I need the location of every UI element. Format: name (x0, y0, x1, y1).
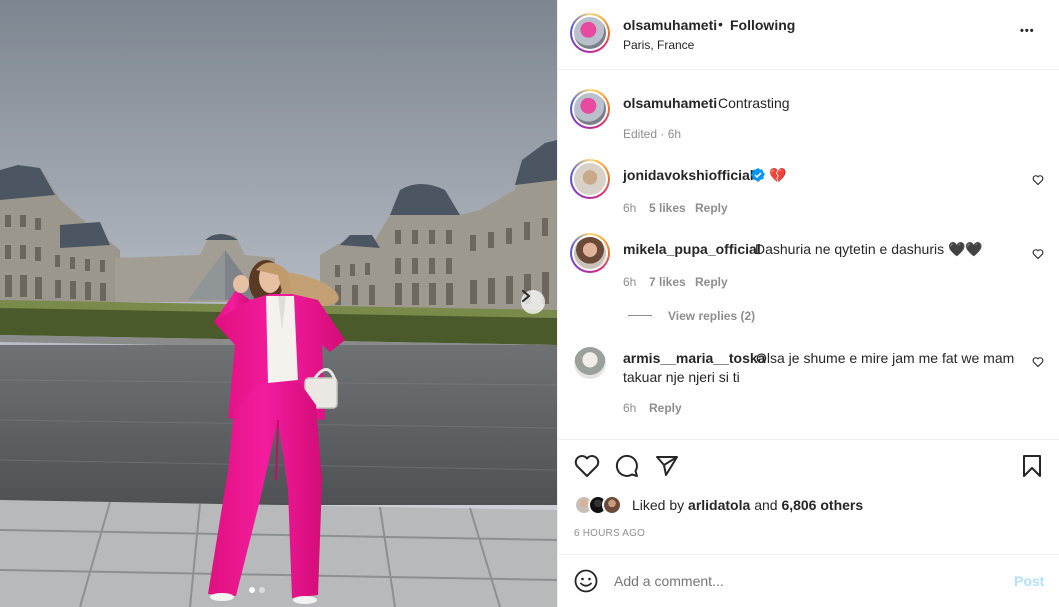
add-comment-bar: Post (558, 555, 1059, 606)
comment-text-line2: takuar nje njeri si ti (623, 369, 740, 385)
comments-list: olsamuhameti Contrasting Edited · 6h jon… (558, 70, 1059, 440)
reply-button[interactable]: Reply (695, 275, 728, 289)
view-replies-button[interactable]: View replies (2) (668, 309, 755, 323)
more-options-icon[interactable]: ••• (1020, 25, 1035, 37)
comment-text: Dashuria ne qytetin e dashuris 🖤🖤 (755, 241, 983, 257)
next-image-button[interactable] (521, 290, 545, 314)
liked-by-text: Liked by arlidatola and 6,806 others (632, 497, 863, 513)
carousel-indicator (249, 587, 265, 593)
post-media[interactable] (0, 0, 557, 607)
reply-button[interactable]: Reply (649, 401, 682, 415)
comment-time: 6h (623, 275, 637, 289)
comment-username[interactable]: mikela_pupa_official (623, 241, 761, 257)
liked-by-avatars[interactable] (574, 495, 634, 519)
view-replies-line (628, 315, 652, 316)
following-button[interactable]: Following (730, 17, 795, 33)
chevron-right-icon (522, 290, 530, 302)
comment-username[interactable]: armis__maria__toska (623, 350, 765, 366)
comment-username[interactable]: jonidavokshiofficial (623, 167, 754, 183)
comment-likes[interactable]: 7 likes (649, 275, 686, 289)
add-comment-input[interactable] (614, 569, 994, 593)
post-dialog: olsamuhameti • Following Paris, France •… (0, 0, 1059, 607)
post-header: olsamuhameti • Following Paris, France •… (558, 0, 1059, 70)
caption-username[interactable]: olsamuhameti (623, 95, 717, 111)
likes-count[interactable]: 6,806 others (781, 497, 863, 513)
caption-text: Contrasting (718, 95, 790, 111)
caption-avatar[interactable] (570, 89, 610, 129)
comment-avatar[interactable] (574, 347, 606, 379)
liked-by-user[interactable]: arlidatola (688, 497, 750, 513)
liked-by-middle: and (754, 497, 778, 513)
comment-time: 6h (623, 401, 637, 415)
louvre-photo (0, 0, 557, 607)
comment-like-icon[interactable] (1032, 248, 1044, 260)
emoji-icon[interactable] (574, 569, 598, 593)
like-heart-icon[interactable] (574, 454, 600, 478)
post-timestamp[interactable]: 6 HOURS AGO (574, 528, 645, 539)
post-location[interactable]: Paris, France (623, 38, 694, 52)
caption-meta: Edited · 6h (623, 127, 682, 141)
post-sidebar: olsamuhameti • Following Paris, France •… (557, 0, 1059, 607)
author-username[interactable]: olsamuhameti (623, 17, 717, 33)
comment-text: 💔 (769, 167, 787, 183)
comment-likes[interactable]: 5 likes (649, 201, 686, 215)
bookmark-icon[interactable] (1022, 454, 1042, 478)
comment-avatar[interactable] (570, 233, 610, 273)
comment-icon[interactable] (615, 454, 639, 478)
carousel-dot (259, 587, 265, 593)
comment-like-icon[interactable] (1032, 174, 1044, 186)
comment-time: 6h (623, 201, 637, 215)
author-avatar[interactable] (570, 13, 610, 53)
separator-dot: • (718, 16, 723, 32)
verified-badge-icon (751, 168, 765, 182)
comment-text-line1: Olsa je shume e mire jam me fat we mam (756, 350, 1015, 366)
post-comment-button[interactable]: Post (1014, 573, 1044, 589)
comment-avatar[interactable] (570, 159, 610, 199)
share-icon[interactable] (655, 454, 679, 478)
carousel-dot-active (249, 587, 255, 593)
liked-by-prefix: Liked by (632, 497, 685, 513)
reply-button[interactable]: Reply (695, 201, 728, 215)
comment-like-icon[interactable] (1032, 356, 1044, 368)
post-actions: Liked by arlidatola and 6,806 others 6 H… (558, 440, 1059, 555)
